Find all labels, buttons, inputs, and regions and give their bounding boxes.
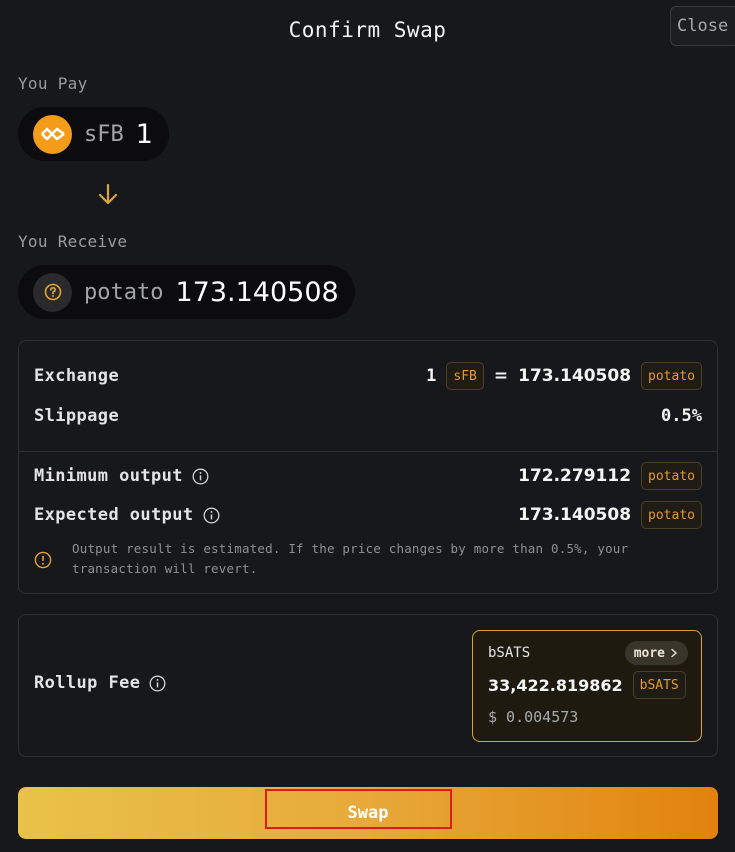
receive-token-pill: potato 173.140508 — [18, 265, 355, 319]
exchange-to-amount: 173.140508 — [518, 366, 632, 386]
close-button[interactable]: Close — [670, 6, 735, 46]
you-receive-label: You Receive — [18, 232, 128, 251]
exchange-row: Exchange 1 sFB = 173.140508 potato — [34, 361, 702, 391]
fee-amount: 33,422.819862 — [488, 675, 623, 695]
notice-text: Output result is estimated. If the price… — [72, 541, 629, 576]
sfb-token-icon — [33, 114, 72, 154]
fee-usd-value: $ 0.004573 — [488, 708, 579, 726]
exchange-equals: = — [493, 366, 509, 386]
exchange-to-token-chip: potato — [641, 362, 702, 390]
minimum-output-label: Minimum output — [34, 466, 183, 486]
exchange-from-amount: 1 — [426, 366, 437, 386]
fee-token-selector[interactable]: bSATS more 33,422.819862 bSATS $ 0.00457… — [472, 630, 702, 742]
more-button[interactable]: more — [624, 641, 688, 665]
minimum-output-token-chip: potato — [641, 462, 702, 490]
slippage-label: Slippage — [34, 406, 120, 426]
fee-token-chip: bSATS — [632, 671, 686, 699]
info-icon[interactable] — [203, 507, 220, 524]
details-divider — [19, 451, 717, 452]
arrow-down-icon — [98, 183, 118, 205]
pay-amount: 1 — [135, 118, 153, 150]
dialog-title: Confirm Swap — [288, 18, 447, 42]
expected-output-row: Expected output 173.140508 potato — [34, 500, 702, 530]
info-icon[interactable] — [192, 468, 209, 485]
chevron-right-icon — [671, 648, 678, 658]
minimum-output-row: Minimum output 172.279112 potato — [34, 461, 702, 491]
question-mark-icon — [33, 272, 72, 312]
pay-token-symbol: sFB — [84, 121, 124, 147]
rollup-fee-card: Rollup Fee bSATS more 33,422.819862 bSAT… — [18, 614, 718, 757]
rollup-fee-label: Rollup Fee — [34, 673, 141, 693]
info-icon[interactable] — [149, 675, 166, 692]
more-label: more — [633, 645, 665, 661]
slippage-row: Slippage 0.5% — [34, 401, 702, 431]
receive-token-symbol: potato — [84, 279, 164, 305]
expected-output-label: Expected output — [34, 505, 194, 525]
fee-token-name: bSATS — [488, 645, 531, 661]
receive-amount: 173.140508 — [175, 276, 339, 308]
swap-label: Swap — [347, 803, 389, 823]
you-pay-label: You Pay — [18, 74, 88, 93]
pay-token-pill: sFB 1 — [18, 107, 169, 161]
slippage-notice: Output result is estimated. If the price… — [34, 539, 677, 579]
slippage-value: 0.5% — [661, 406, 702, 426]
minimum-output-value: 172.279112 — [518, 466, 632, 486]
swap-button[interactable]: Swap — [18, 787, 718, 839]
expected-output-token-chip: potato — [641, 501, 702, 529]
exchange-from-token-chip: sFB — [446, 362, 484, 390]
swap-details-card: Exchange 1 sFB = 173.140508 potato Slipp… — [18, 340, 718, 594]
warning-info-icon — [34, 551, 52, 569]
expected-output-value: 173.140508 — [518, 505, 632, 525]
exchange-label: Exchange — [34, 366, 120, 386]
